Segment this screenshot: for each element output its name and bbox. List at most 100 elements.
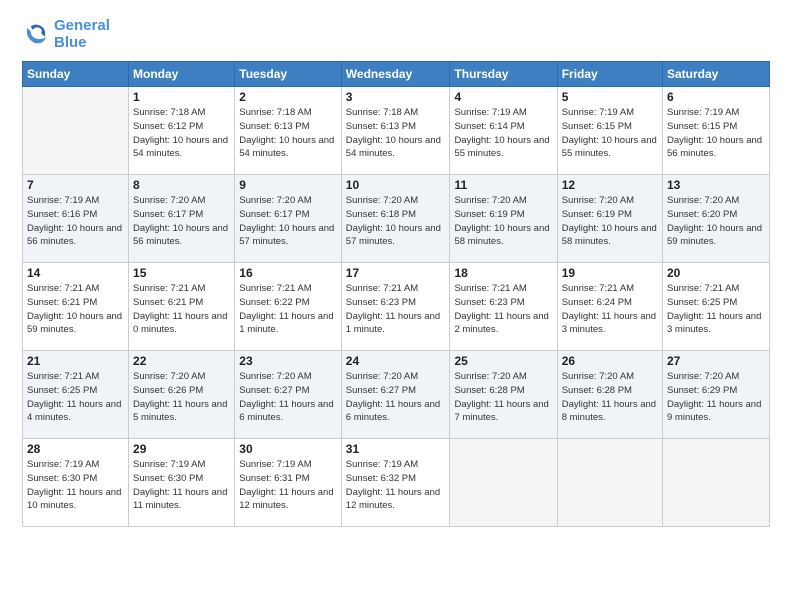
day-info: Sunrise: 7:19 AMSunset: 6:15 PMDaylight:…	[667, 106, 765, 161]
calendar-cell: 12 Sunrise: 7:20 AMSunset: 6:19 PMDayligh…	[557, 175, 662, 263]
calendar-cell: 24 Sunrise: 7:20 AMSunset: 6:27 PMDayligh…	[341, 351, 450, 439]
calendar-cell	[557, 439, 662, 527]
day-number: 30	[239, 442, 337, 456]
day-number: 8	[133, 178, 230, 192]
day-info: Sunrise: 7:18 AMSunset: 6:13 PMDaylight:…	[346, 106, 446, 161]
col-header-friday: Friday	[557, 62, 662, 87]
calendar-cell: 25Sunrise: 7:20 AMSunset: 6:28 PMDayligh…	[450, 351, 557, 439]
calendar-cell: 27 Sunrise: 7:20 AMSunset: 6:29 PMDayligh…	[663, 351, 770, 439]
day-info: Sunrise: 7:19 AMSunset: 6:16 PMDaylight:…	[27, 194, 124, 249]
day-info: Sunrise: 7:21 AMSunset: 6:24 PMDaylight:…	[562, 282, 658, 337]
day-number: 13	[667, 178, 765, 192]
day-info: Sunrise: 7:19 AMSunset: 6:15 PMDaylight:…	[562, 106, 658, 161]
day-info: Sunrise: 7:20 AMSunset: 6:19 PMDaylight:…	[562, 194, 658, 249]
day-info: Sunrise: 7:21 AMSunset: 6:23 PMDaylight:…	[346, 282, 446, 337]
day-number: 31	[346, 442, 446, 456]
day-number: 5	[562, 90, 658, 104]
day-number: 22	[133, 354, 230, 368]
day-number: 28	[27, 442, 124, 456]
calendar-cell: 11Sunrise: 7:20 AMSunset: 6:19 PMDayligh…	[450, 175, 557, 263]
day-number: 26	[562, 354, 658, 368]
calendar-week-row: 1 Sunrise: 7:18 AMSunset: 6:12 PMDaylight…	[23, 87, 770, 175]
calendar-cell: 21 Sunrise: 7:21 AMSunset: 6:25 PMDayligh…	[23, 351, 129, 439]
calendar-cell: 10Sunrise: 7:20 AMSunset: 6:18 PMDayligh…	[341, 175, 450, 263]
day-info: Sunrise: 7:21 AMSunset: 6:25 PMDaylight:…	[27, 370, 124, 425]
day-info: Sunrise: 7:19 AMSunset: 6:14 PMDaylight:…	[454, 106, 552, 161]
calendar-week-row: 28 Sunrise: 7:19 AMSunset: 6:30 PMDayligh…	[23, 439, 770, 527]
calendar-cell: 29 Sunrise: 7:19 AMSunset: 6:30 PMDayligh…	[129, 439, 235, 527]
calendar-cell: 22 Sunrise: 7:20 AMSunset: 6:26 PMDayligh…	[129, 351, 235, 439]
calendar-cell: 14 Sunrise: 7:21 AMSunset: 6:21 PMDayligh…	[23, 263, 129, 351]
day-number: 7	[27, 178, 124, 192]
day-number: 14	[27, 266, 124, 280]
calendar-week-row: 7 Sunrise: 7:19 AMSunset: 6:16 PMDaylight…	[23, 175, 770, 263]
logo-text: General Blue	[54, 18, 110, 51]
day-info: Sunrise: 7:21 AMSunset: 6:23 PMDaylight:…	[454, 282, 552, 337]
calendar-cell: 19Sunrise: 7:21 AMSunset: 6:24 PMDayligh…	[557, 263, 662, 351]
logo-icon	[22, 21, 50, 49]
calendar-cell	[663, 439, 770, 527]
calendar-cell	[450, 439, 557, 527]
day-info: Sunrise: 7:21 AMSunset: 6:22 PMDaylight:…	[239, 282, 337, 337]
day-number: 23	[239, 354, 337, 368]
day-info: Sunrise: 7:20 AMSunset: 6:27 PMDaylight:…	[239, 370, 337, 425]
day-number: 1	[133, 90, 230, 104]
calendar-cell: 15 Sunrise: 7:21 AMSunset: 6:21 PMDayligh…	[129, 263, 235, 351]
calendar-week-row: 21 Sunrise: 7:21 AMSunset: 6:25 PMDayligh…	[23, 351, 770, 439]
calendar-cell: 16 Sunrise: 7:21 AMSunset: 6:22 PMDayligh…	[235, 263, 342, 351]
calendar-table: SundayMondayTuesdayWednesdayThursdayFrid…	[22, 61, 770, 527]
day-info: Sunrise: 7:21 AMSunset: 6:21 PMDaylight:…	[133, 282, 230, 337]
calendar-cell: 2Sunrise: 7:18 AMSunset: 6:13 PMDaylight…	[235, 87, 342, 175]
calendar-cell	[23, 87, 129, 175]
day-info: Sunrise: 7:18 AMSunset: 6:12 PMDaylight:…	[133, 106, 230, 161]
day-number: 17	[346, 266, 446, 280]
day-number: 16	[239, 266, 337, 280]
day-info: Sunrise: 7:20 AMSunset: 6:20 PMDaylight:…	[667, 194, 765, 249]
day-number: 12	[562, 178, 658, 192]
day-info: Sunrise: 7:21 AMSunset: 6:21 PMDaylight:…	[27, 282, 124, 337]
day-number: 20	[667, 266, 765, 280]
calendar-cell: 1 Sunrise: 7:18 AMSunset: 6:12 PMDaylight…	[129, 87, 235, 175]
col-header-tuesday: Tuesday	[235, 62, 342, 87]
day-number: 3	[346, 90, 446, 104]
day-number: 27	[667, 354, 765, 368]
day-info: Sunrise: 7:20 AMSunset: 6:26 PMDaylight:…	[133, 370, 230, 425]
calendar-cell: 30 Sunrise: 7:19 AMSunset: 6:31 PMDayligh…	[235, 439, 342, 527]
day-info: Sunrise: 7:19 AMSunset: 6:32 PMDaylight:…	[346, 458, 446, 513]
day-info: Sunrise: 7:20 AMSunset: 6:17 PMDaylight:…	[239, 194, 337, 249]
day-number: 24	[346, 354, 446, 368]
calendar-cell: 6 Sunrise: 7:19 AMSunset: 6:15 PMDaylight…	[663, 87, 770, 175]
col-header-sunday: Sunday	[23, 62, 129, 87]
day-info: Sunrise: 7:20 AMSunset: 6:18 PMDaylight:…	[346, 194, 446, 249]
day-number: 29	[133, 442, 230, 456]
calendar-header-row: SundayMondayTuesdayWednesdayThursdayFrid…	[23, 62, 770, 87]
day-info: Sunrise: 7:20 AMSunset: 6:28 PMDaylight:…	[454, 370, 552, 425]
day-info: Sunrise: 7:19 AMSunset: 6:30 PMDaylight:…	[133, 458, 230, 513]
col-header-thursday: Thursday	[450, 62, 557, 87]
calendar-cell: 31 Sunrise: 7:19 AMSunset: 6:32 PMDayligh…	[341, 439, 450, 527]
calendar-cell: 4Sunrise: 7:19 AMSunset: 6:14 PMDaylight…	[450, 87, 557, 175]
day-number: 15	[133, 266, 230, 280]
day-info: Sunrise: 7:21 AMSunset: 6:25 PMDaylight:…	[667, 282, 765, 337]
col-header-wednesday: Wednesday	[341, 62, 450, 87]
day-number: 21	[27, 354, 124, 368]
page: General Blue SundayMondayTuesdayWednesda…	[0, 0, 792, 612]
day-info: Sunrise: 7:18 AMSunset: 6:13 PMDaylight:…	[239, 106, 337, 161]
day-info: Sunrise: 7:20 AMSunset: 6:27 PMDaylight:…	[346, 370, 446, 425]
calendar-cell: 7 Sunrise: 7:19 AMSunset: 6:16 PMDaylight…	[23, 175, 129, 263]
day-info: Sunrise: 7:20 AMSunset: 6:28 PMDaylight:…	[562, 370, 658, 425]
day-number: 18	[454, 266, 552, 280]
day-info: Sunrise: 7:20 AMSunset: 6:29 PMDaylight:…	[667, 370, 765, 425]
calendar-cell: 18 Sunrise: 7:21 AMSunset: 6:23 PMDayligh…	[450, 263, 557, 351]
calendar-cell: 28 Sunrise: 7:19 AMSunset: 6:30 PMDayligh…	[23, 439, 129, 527]
day-info: Sunrise: 7:19 AMSunset: 6:31 PMDaylight:…	[239, 458, 337, 513]
calendar-cell: 13 Sunrise: 7:20 AMSunset: 6:20 PMDayligh…	[663, 175, 770, 263]
calendar-cell: 3 Sunrise: 7:18 AMSunset: 6:13 PMDaylight…	[341, 87, 450, 175]
day-number: 9	[239, 178, 337, 192]
calendar-cell: 17 Sunrise: 7:21 AMSunset: 6:23 PMDayligh…	[341, 263, 450, 351]
day-number: 6	[667, 90, 765, 104]
logo: General Blue	[22, 18, 110, 51]
day-info: Sunrise: 7:19 AMSunset: 6:30 PMDaylight:…	[27, 458, 124, 513]
header: General Blue	[22, 18, 770, 51]
col-header-monday: Monday	[129, 62, 235, 87]
